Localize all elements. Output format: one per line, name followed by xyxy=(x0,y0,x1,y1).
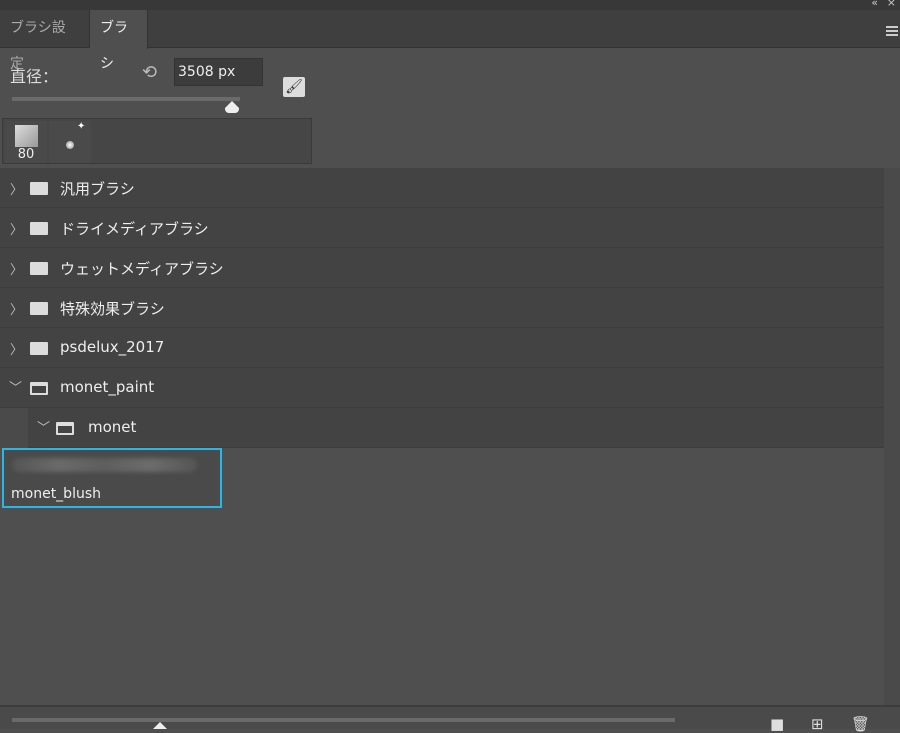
brush-name: monet_blush xyxy=(11,486,101,502)
reset-icon[interactable]: ⟲ xyxy=(142,62,157,83)
preview-size-slider[interactable] xyxy=(12,718,675,722)
paintbrush-icon: 🖌 xyxy=(285,79,303,95)
diameter-label: 直径： xyxy=(10,67,59,86)
folder-name: monet xyxy=(88,418,137,436)
folder-name: 汎用ブラシ xyxy=(60,180,135,198)
folder-open-icon xyxy=(56,422,74,435)
tab-bar: ブラシ設定 ブラシ xyxy=(0,10,900,72)
folder-icon xyxy=(30,302,48,315)
soft-round-icon xyxy=(66,141,74,149)
brush-folder-list: 〉汎用ブラシ 〉ドライメディアブラシ 〉ウェットメディアブラシ 〉特殊効果ブラシ… xyxy=(0,168,884,448)
brush-texture-icon xyxy=(15,125,38,147)
folder-row[interactable]: 〉 特殊効果ブラシ xyxy=(0,288,884,328)
folder-icon xyxy=(30,262,48,275)
close-icon[interactable]: × xyxy=(887,0,896,9)
wand-icon: ✦ xyxy=(77,121,86,132)
chevron-down-icon[interactable]: ﹀ xyxy=(9,377,22,396)
brush-size: 80 xyxy=(17,147,35,162)
preview-size-slider-thumb[interactable] xyxy=(153,722,167,729)
chevron-right-icon[interactable]: 〉 xyxy=(10,259,23,278)
recent-brush[interactable]: 80 xyxy=(5,121,47,163)
new-folder-icon[interactable]: ■ xyxy=(770,715,784,733)
folder-row[interactable]: 〉 ドライメディアブラシ xyxy=(0,208,884,248)
chevron-right-icon[interactable]: 〉 xyxy=(10,219,23,238)
panel-menu-icon[interactable] xyxy=(886,26,898,38)
panel-top-bar: « × xyxy=(0,0,900,10)
folder-icon xyxy=(30,342,48,355)
bottom-toolbar: ■ ⊞ 🗑 xyxy=(0,705,900,733)
diameter-slider-thumb[interactable] xyxy=(225,101,239,108)
brush-item-selected[interactable]: monet_blush xyxy=(2,448,222,508)
folder-row[interactable]: 〉 ウェットメディアブラシ xyxy=(0,248,884,288)
folder-row[interactable]: ﹀ monet xyxy=(28,408,884,448)
folder-name: ウェットメディアブラシ xyxy=(60,260,224,278)
trash-icon[interactable]: 🗑 xyxy=(851,715,870,733)
collapse-icon[interactable]: « xyxy=(871,0,878,9)
folder-icon xyxy=(30,182,48,195)
chevron-down-icon[interactable]: ﹀ xyxy=(37,417,50,436)
folder-name: 特殊効果ブラシ xyxy=(60,300,165,318)
folder-icon xyxy=(30,222,48,235)
diameter-slider[interactable] xyxy=(12,97,240,101)
folder-row[interactable]: 〉 汎用ブラシ xyxy=(0,168,884,208)
chevron-right-icon[interactable]: 〉 xyxy=(10,339,23,358)
chevron-right-icon[interactable]: 〉 xyxy=(10,299,23,318)
recent-brush[interactable]: ✦ xyxy=(49,121,91,163)
new-brush-icon[interactable]: ⊞ xyxy=(811,715,824,733)
folder-row[interactable]: 〉 psdelux_2017 xyxy=(0,328,884,368)
folder-open-icon xyxy=(30,382,48,395)
folder-name: ドライメディアブラシ xyxy=(60,220,209,238)
scrollbar[interactable] xyxy=(884,168,900,705)
chevron-right-icon[interactable]: 〉 xyxy=(10,179,23,198)
diameter-input[interactable]: 3508 px xyxy=(174,58,263,86)
diameter-slider-thumb-base xyxy=(225,108,239,113)
brush-preset-button[interactable]: 🖌 xyxy=(283,77,305,97)
folder-name: monet_paint xyxy=(60,378,155,396)
tab-brush-settings[interactable]: ブラシ設定 xyxy=(0,10,90,72)
folder-row[interactable]: ﹀ monet_paint xyxy=(0,368,884,408)
recent-brushes: 80 ✦ xyxy=(2,118,312,164)
tab-brushes[interactable]: ブラシ xyxy=(90,10,148,72)
folder-name: psdelux_2017 xyxy=(60,338,165,356)
indent-gutter xyxy=(0,408,28,448)
brush-stroke-preview xyxy=(12,458,197,472)
